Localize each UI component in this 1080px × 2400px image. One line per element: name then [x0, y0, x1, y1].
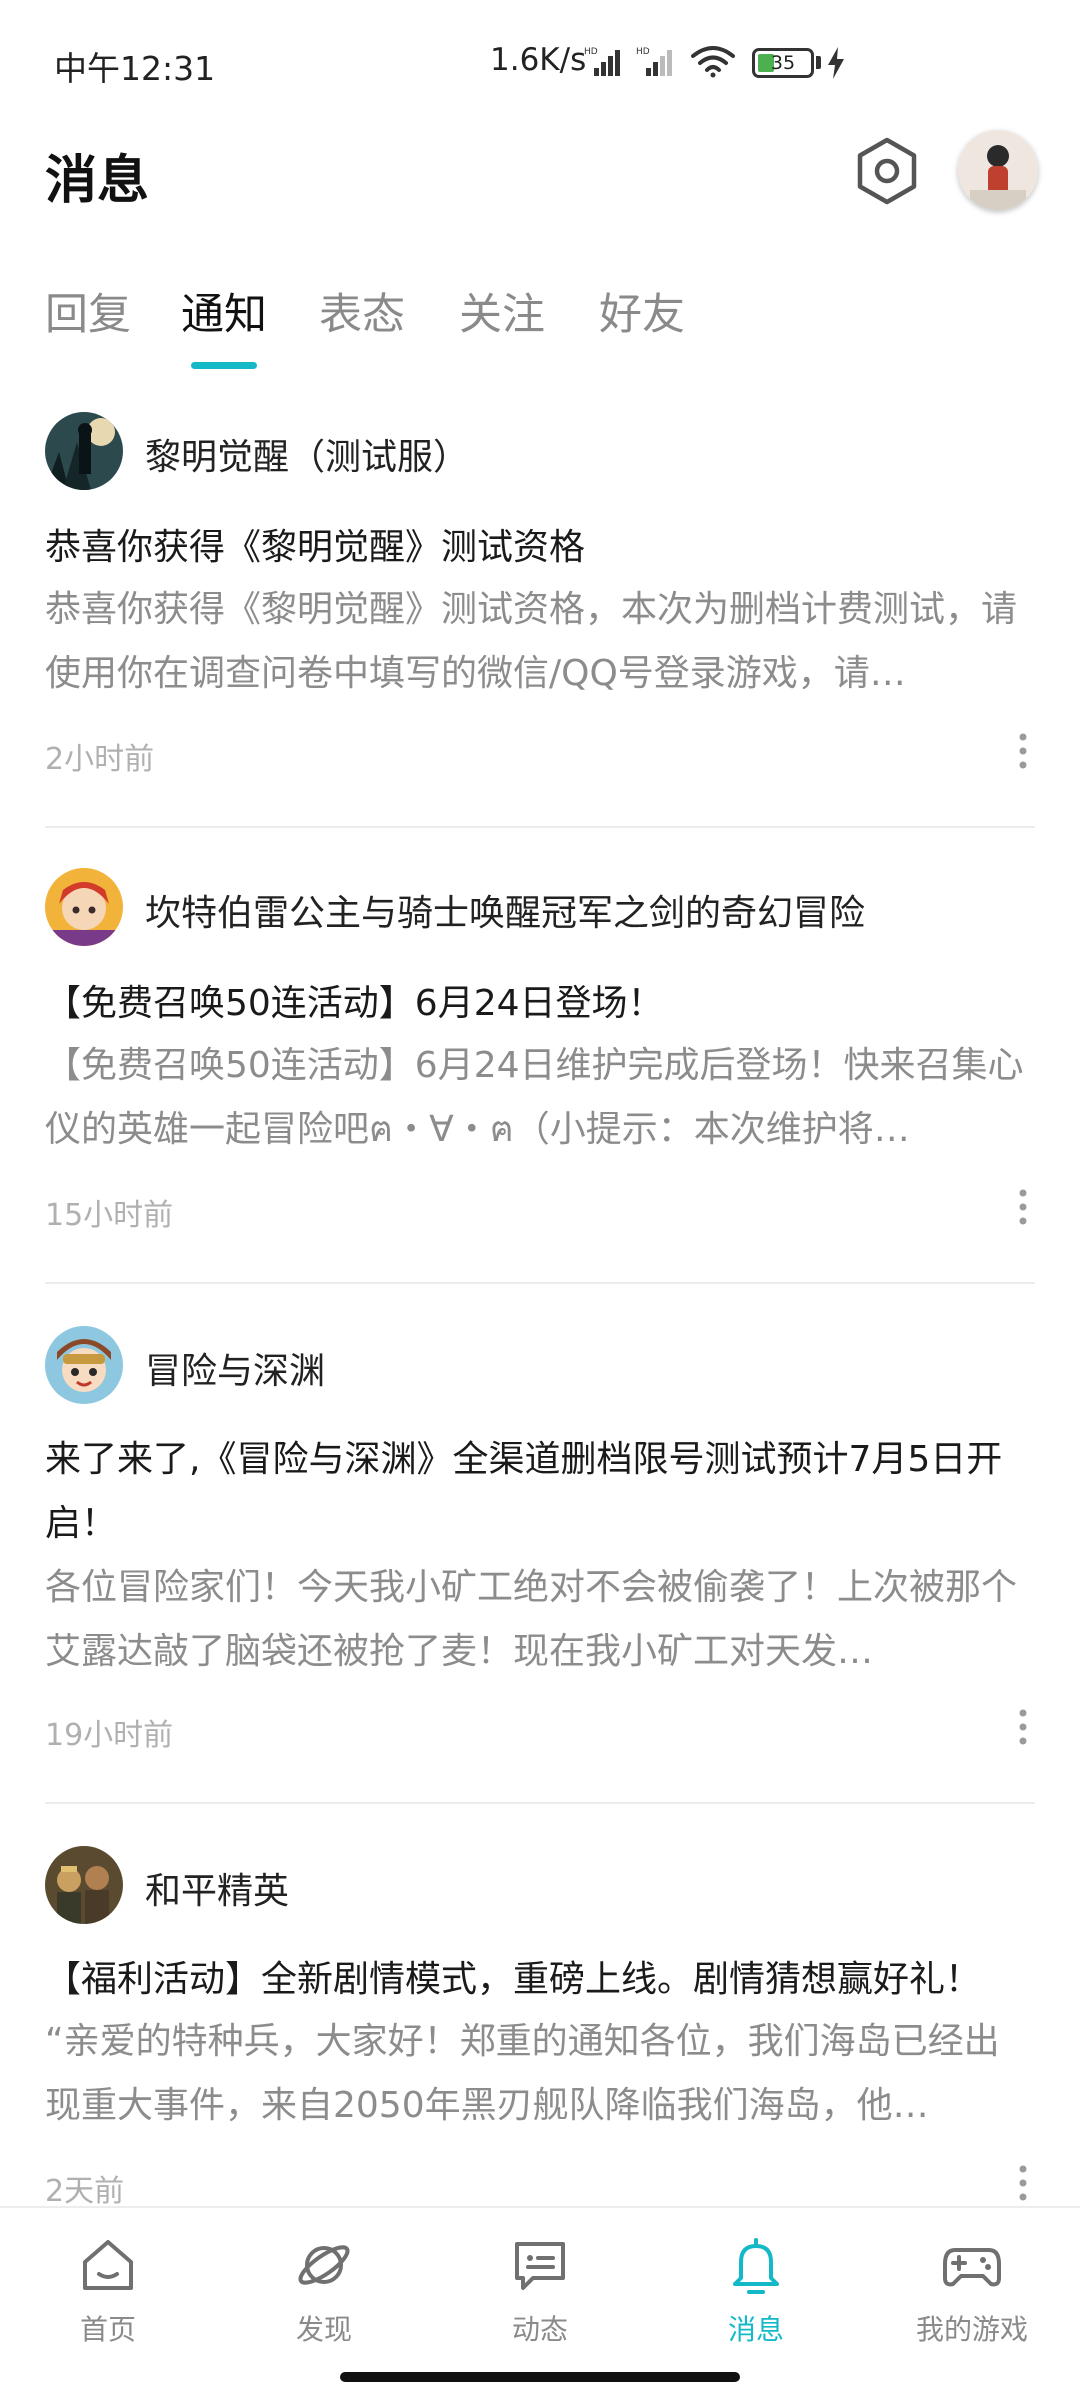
tab-replies[interactable]: 回复: [45, 280, 131, 342]
nav-discover[interactable]: 发现: [244, 2234, 404, 2348]
notification-title: 来了来了,《冒险与深渊》全渠道删档限号测试预计7月5日开启！: [45, 1439, 1003, 1544]
tab-friends[interactable]: 好友: [599, 280, 685, 342]
gamepad-icon: [943, 2248, 1001, 2287]
hd-signal-icon: HD: [584, 47, 620, 76]
battery-tip: [816, 56, 821, 69]
game-avatar: [45, 1326, 123, 1404]
notification-time: 19小时前: [45, 1718, 174, 1753]
battery-level: 35: [770, 52, 796, 74]
notification-time: 2天前: [45, 2174, 125, 2209]
game-avatar: [45, 868, 123, 946]
nav-feed[interactable]: 动态: [460, 2234, 620, 2348]
divider: [45, 1282, 1035, 1284]
nav-messages[interactable]: 消息: [676, 2234, 836, 2348]
notification-title: 【福利活动】全新剧情模式，重磅上线。剧情猜想赢好礼！: [45, 1959, 982, 2000]
home-indicator[interactable]: [340, 2372, 740, 2382]
nav-label: 首页: [79, 2313, 136, 2346]
notification-sender: 冒险与深渊: [145, 1351, 326, 1392]
avatar[interactable]: [958, 130, 1038, 210]
svg-text:HD: HD: [636, 47, 650, 57]
notification-sender: 坎特伯雷公主与骑士唤醒冠军之剑的奇幻冒险: [145, 893, 866, 934]
page-title: 消息: [45, 151, 150, 211]
notification-card[interactable]: 坎特伯雷公主与骑士唤醒冠军之剑的奇幻冒险 【免费召唤50连活动】6月24日登场！…: [45, 868, 1035, 1246]
home-icon: [83, 2240, 133, 2290]
nav-label: 消息: [727, 2313, 784, 2346]
status-time: 中午12:31: [54, 49, 216, 88]
notification-body: 各位冒险家们！今天我小矿工绝对不会被偷袭了！上次被那个艾露达敲了脑袋还被抢了麦！…: [45, 1567, 1018, 1672]
notification-title: 恭喜你获得《黎明觉醒》测试资格: [45, 527, 586, 568]
divider: [45, 826, 1035, 828]
nav-my-games[interactable]: 我的游戏: [892, 2234, 1052, 2348]
notification-body: 【免费召唤50连活动】6月24日维护完成后登场！快来召集心仪的英雄一起冒险吧ฅ・…: [45, 1045, 1024, 1150]
nav-label: 我的游戏: [915, 2313, 1028, 2346]
notification-sender: 和平精英: [145, 1871, 290, 1912]
chat-bubble-icon: [515, 2242, 565, 2290]
notification-body: “亲爱的特种兵，大家好！郑重的通知各位，我们海岛已经出现重大事件，来自2050年…: [45, 2021, 1000, 2126]
svg-text:HD: HD: [584, 47, 598, 57]
game-avatar: [45, 1846, 123, 1924]
more-options-icon[interactable]: [1017, 2164, 1029, 2202]
active-tab-indicator: [191, 362, 257, 369]
notification-time: 2小时前: [45, 742, 155, 777]
nav-label: 动态: [511, 2313, 568, 2346]
tab-notifications[interactable]: 通知: [181, 280, 267, 342]
nav-label: 发现: [295, 2313, 352, 2346]
network-speed: 1.6K/s: [490, 42, 587, 78]
notification-card[interactable]: 和平精英 【福利活动】全新剧情模式，重磅上线。剧情猜想赢好礼！ “亲爱的特种兵，…: [45, 1846, 1035, 2209]
user-avatar-icon: [958, 130, 1038, 210]
wifi-icon: [691, 46, 735, 78]
settings-icon[interactable]: [852, 136, 922, 206]
planet-icon: [298, 2245, 350, 2285]
notification-title: 【免费召唤50连活动】6月24日登场！: [45, 983, 664, 1024]
nav-home[interactable]: 首页: [28, 2234, 188, 2348]
charging-bolt-icon: [828, 47, 844, 79]
battery-icon: 35: [752, 48, 814, 78]
tab-following[interactable]: 关注: [459, 280, 545, 342]
bell-icon: [733, 2238, 779, 2294]
notification-card[interactable]: 黎明觉醒（测试服） 恭喜你获得《黎明觉醒》测试资格 恭喜你获得《黎明觉醒》测试资…: [45, 412, 1035, 790]
game-avatar: [45, 412, 123, 490]
more-options-icon[interactable]: [1017, 1708, 1029, 1746]
bottom-nav: 首页 发现 动态 消息 我的游戏: [0, 2206, 1080, 2400]
notification-body: 恭喜你获得《黎明觉醒》测试资格，本次为删档计费测试，请使用你在调查问卷中填写的微…: [45, 589, 1018, 694]
hd-signal-icon: HD: [636, 47, 672, 76]
more-options-icon[interactable]: [1017, 732, 1029, 770]
divider: [45, 1802, 1035, 1804]
notification-card[interactable]: 冒险与深渊 来了来了,《冒险与深渊》全渠道删档限号测试预计7月5日开启！ 各位冒…: [45, 1326, 1035, 1766]
more-options-icon[interactable]: [1017, 1188, 1029, 1226]
tab-reactions[interactable]: 表态: [319, 280, 405, 342]
status-bar: 中午12:31 1.6K/s HD HD 35: [0, 0, 1080, 128]
notification-sender: 黎明觉醒（测试服）: [145, 437, 470, 478]
notification-time: 15小时前: [45, 1198, 174, 1233]
